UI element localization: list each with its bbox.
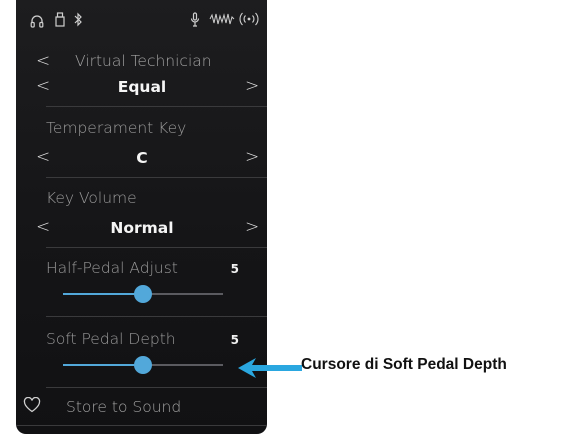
slider-fill xyxy=(63,293,143,295)
divider xyxy=(46,316,267,317)
wireless-signal-icon xyxy=(239,12,259,26)
microphone-icon xyxy=(190,12,200,27)
slider-thumb[interactable] xyxy=(134,356,152,374)
temperament-value: Equal xyxy=(117,78,167,96)
divider xyxy=(46,106,267,107)
half-pedal-adjust-value: 5 xyxy=(230,262,239,276)
divider xyxy=(16,425,267,426)
divider xyxy=(46,177,267,178)
temperament-key-value: C xyxy=(136,149,148,167)
soft-pedal-depth-slider[interactable] xyxy=(63,356,223,374)
status-bar xyxy=(16,0,267,36)
slider-fill xyxy=(63,364,143,366)
key-volume-value: Normal xyxy=(110,219,174,237)
annotation-arrow-icon xyxy=(238,358,302,378)
heart-icon[interactable] xyxy=(23,397,41,413)
prev-chevron-icon[interactable]: < xyxy=(36,76,50,96)
slider-thumb[interactable] xyxy=(134,285,152,303)
page-title: Virtual Technician xyxy=(75,52,212,70)
soft-pedal-depth-label: Soft Pedal Depth xyxy=(46,330,176,348)
prev-chevron-icon[interactable]: < xyxy=(36,147,50,167)
key-volume-label: Key Volume xyxy=(46,189,137,207)
piano-app-screen: < Virtual Technician < Equal > Temperame… xyxy=(16,0,267,434)
store-to-sound-button[interactable]: Store to Sound xyxy=(66,398,181,416)
usb-icon xyxy=(55,12,65,27)
next-chevron-icon[interactable]: > xyxy=(245,147,259,167)
bluetooth-icon xyxy=(74,12,82,27)
temperament-key-label: Temperament Key xyxy=(46,119,187,137)
annotation-label: Cursore di Soft Pedal Depth xyxy=(301,356,507,373)
next-chevron-icon[interactable]: > xyxy=(245,76,259,96)
back-chevron-icon[interactable]: < xyxy=(36,51,50,71)
half-pedal-adjust-label: Half-Pedal Adjust xyxy=(46,259,178,277)
divider xyxy=(46,247,267,248)
prev-chevron-icon[interactable]: < xyxy=(36,217,50,237)
divider xyxy=(46,387,267,388)
audio-wave-icon xyxy=(209,13,235,25)
headphones-icon xyxy=(30,15,44,28)
half-pedal-adjust-slider[interactable] xyxy=(63,285,223,303)
next-chevron-icon[interactable]: > xyxy=(245,217,259,237)
soft-pedal-depth-value: 5 xyxy=(230,333,239,347)
